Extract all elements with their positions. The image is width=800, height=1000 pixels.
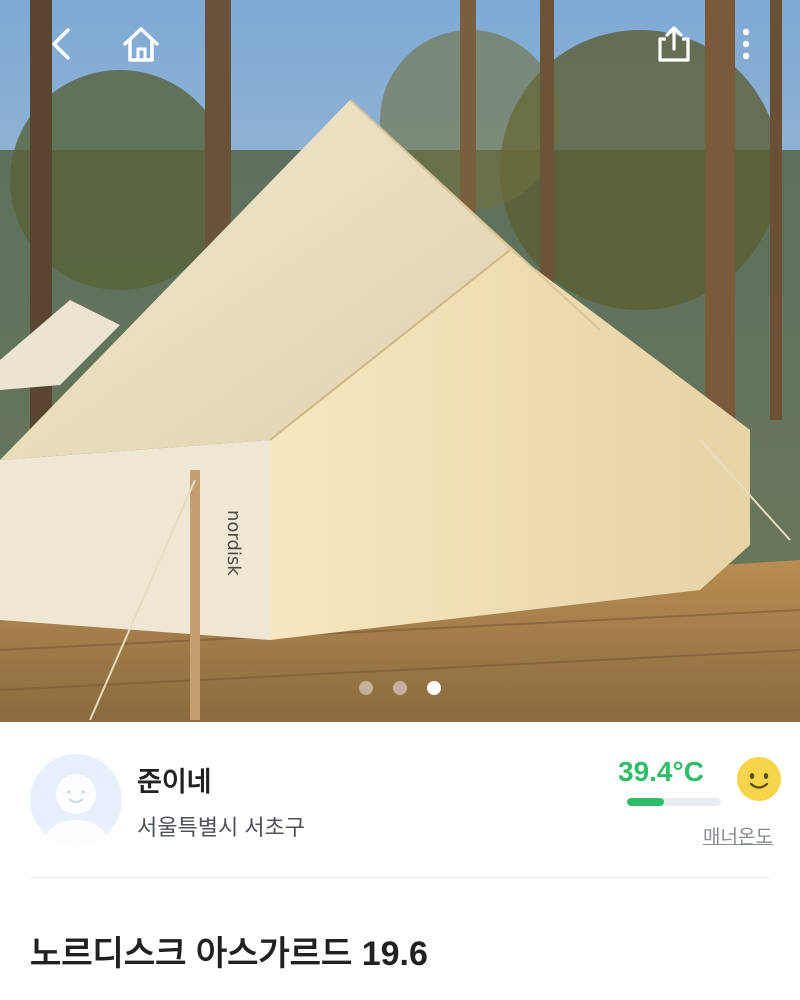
seller-nickname[interactable]: 준이네 — [137, 760, 212, 799]
manner-temperature: 39.4°C — [618, 756, 704, 787]
slide-dot-2[interactable] — [393, 681, 407, 695]
product-photo[interactable]: nordisk — [0, 0, 800, 722]
home-icon — [123, 27, 159, 62]
chevron-left-icon — [52, 28, 70, 60]
manner-temperature-link[interactable]: 매너온도 — [703, 822, 773, 849]
share-icon — [658, 26, 690, 62]
top-navigation — [0, 0, 800, 90]
more-button[interactable] — [722, 20, 770, 68]
slide-indicator — [0, 681, 800, 695]
product-title: 노르디스크 아스가르드 19.6 — [30, 935, 428, 973]
slide-dot-1[interactable] — [359, 681, 373, 695]
manner-temperature-bar — [627, 798, 721, 806]
smile-face-icon — [737, 757, 781, 801]
svg-text:nordisk: nordisk — [223, 510, 244, 576]
tent-photo: nordisk — [0, 0, 800, 722]
divider — [30, 877, 770, 878]
more-vertical-icon — [742, 28, 750, 60]
manner-temperature-fill — [627, 798, 665, 806]
seller-profile[interactable]: 준이네 서울특별시 서초구 39.4°C 매너온도 — [0, 722, 800, 878]
back-button[interactable] — [38, 20, 86, 68]
default-avatar-icon — [44, 774, 108, 846]
slide-dot-3-active[interactable] — [427, 681, 441, 695]
share-button[interactable] — [650, 20, 698, 68]
avatar[interactable] — [30, 754, 122, 846]
home-button[interactable] — [117, 20, 165, 68]
seller-region: 서울특별시 서초구 — [137, 815, 306, 840]
